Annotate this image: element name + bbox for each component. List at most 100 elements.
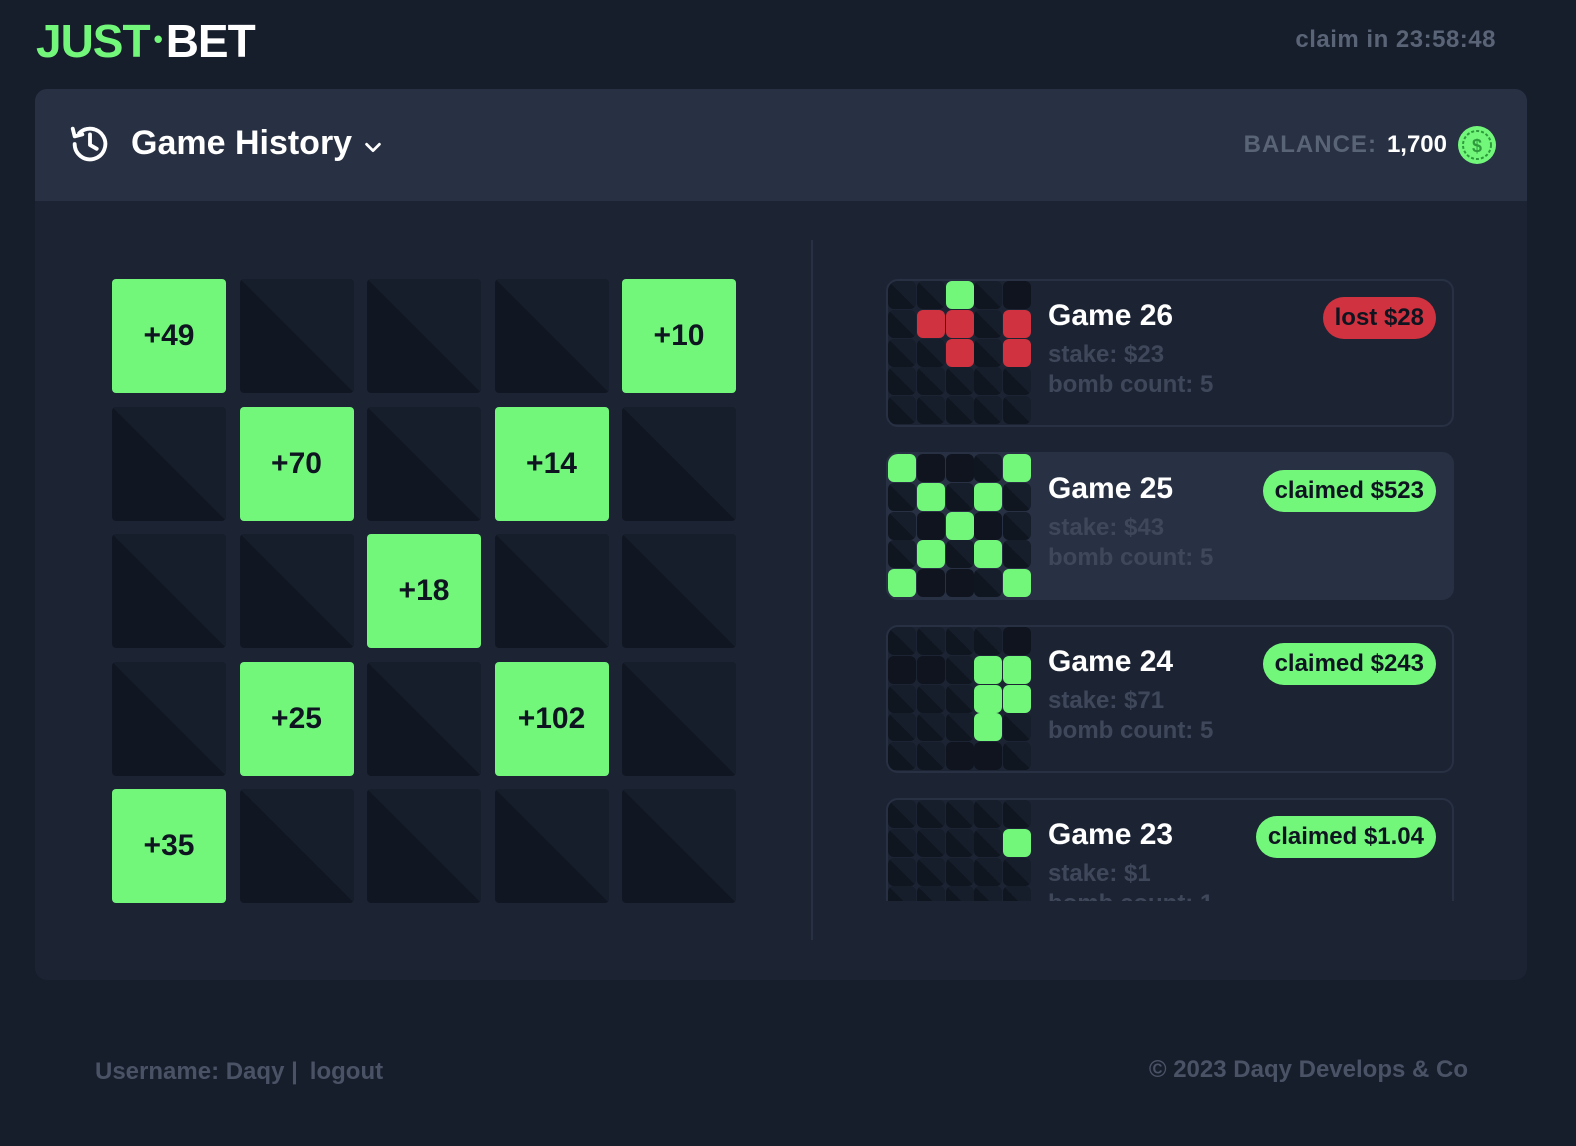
mini-cell — [1003, 511, 1032, 540]
game-bomb-count: bomb count: 5 — [1048, 544, 1214, 571]
mini-board — [888, 454, 1034, 598]
mini-cell — [888, 684, 916, 713]
history-card[interactable]: Game 25 stake: $43 bomb count: 5 claimed $5… — [886, 452, 1454, 600]
mini-cell — [1003, 396, 1032, 425]
panel-title-dropdown[interactable]: Game History — [131, 124, 384, 163]
mini-cell-gem — [974, 713, 1003, 742]
tile-hidden[interactable] — [367, 406, 481, 521]
game-title: Game 23 — [1048, 818, 1174, 851]
mini-cell — [916, 742, 945, 771]
username-label: Username: Daqy | — [95, 1058, 298, 1085]
chevron-down-icon — [365, 142, 381, 152]
logo-bet: BET — [165, 15, 256, 67]
logo[interactable]: JUST • BET — [36, 14, 256, 68]
mini-cell — [974, 569, 1003, 598]
mini-cell — [945, 828, 974, 857]
history-icon — [70, 126, 108, 162]
status-badge: claimed $243 — [1262, 643, 1436, 685]
mini-cell — [974, 857, 1003, 886]
mini-cell — [888, 540, 916, 569]
history-card[interactable]: Game 23 stake: $1 bomb count: 1 claimed $1.… — [886, 798, 1454, 901]
tile-hidden[interactable] — [112, 661, 226, 776]
tile-hidden[interactable] — [494, 534, 609, 648]
mini-cell — [974, 886, 1003, 901]
tile-hidden[interactable] — [622, 406, 736, 521]
mini-cell — [916, 396, 945, 425]
game-title: Game 26 — [1048, 299, 1174, 332]
mini-board — [888, 281, 1034, 425]
mini-cell-gem — [974, 684, 1003, 713]
mini-cell — [945, 684, 974, 713]
tile-hidden[interactable] — [622, 789, 736, 903]
game-bomb-count: bomb count: 5 — [1048, 717, 1214, 744]
mini-cell — [974, 800, 1003, 828]
balance-label: BALANCE: — [1243, 131, 1377, 158]
game-title: Game 25 — [1048, 472, 1174, 505]
mini-cell — [974, 309, 1003, 338]
mini-cell — [888, 742, 916, 771]
game-history-list: Game 26 stake: $23 bomb count: 5 lost $28 Ga… — [886, 279, 1456, 901]
top-bar: JUST • BET claim in 23:58:48 — [0, 0, 1576, 88]
tile-hidden[interactable] — [239, 534, 354, 648]
mini-cell-gem — [1003, 454, 1032, 482]
tile-revealed[interactable]: +49 — [112, 279, 226, 393]
tile-hidden[interactable] — [367, 279, 481, 393]
tile-hidden[interactable] — [367, 789, 481, 903]
mini-cell — [1003, 742, 1032, 771]
tile-hidden[interactable] — [367, 661, 481, 776]
mini-cell — [945, 540, 974, 569]
tile-hidden[interactable] — [622, 661, 736, 776]
tile-hidden[interactable] — [112, 534, 226, 648]
mini-cell-gem — [916, 540, 945, 569]
mini-cell — [916, 857, 945, 886]
mini-cell-gem — [974, 482, 1003, 511]
game-stake: stake: $43 — [1048, 514, 1165, 541]
tile-revealed[interactable]: +35 — [112, 789, 226, 903]
history-card[interactable]: Game 24 stake: $71 bomb count: 5 claimed $2… — [886, 625, 1454, 773]
mini-cell — [974, 281, 1003, 309]
mini-board — [888, 800, 1034, 901]
mini-cell — [916, 569, 945, 598]
mini-cell — [945, 655, 974, 684]
mini-cell — [888, 511, 916, 540]
mini-cell-gem — [1003, 684, 1032, 713]
mini-cell-gem — [1003, 569, 1032, 598]
mini-cell — [888, 713, 916, 742]
tile-revealed[interactable]: +25 — [239, 661, 354, 776]
mini-cell — [888, 309, 916, 338]
tile-hidden[interactable] — [494, 789, 609, 903]
mini-cell — [945, 627, 974, 655]
mini-cell-bomb — [916, 309, 945, 338]
mini-cell — [945, 713, 974, 742]
tile-revealed[interactable]: +102 — [494, 661, 609, 776]
tile-hidden[interactable] — [622, 534, 736, 648]
mini-cell-gem — [1003, 828, 1032, 857]
game-panel: Game History BALANCE: 1,700 $ +49 +10 +70 +… — [35, 89, 1527, 980]
mini-cell-gem — [945, 281, 974, 309]
mini-cell — [888, 281, 916, 309]
tile-revealed[interactable]: +10 — [622, 279, 736, 393]
logout-link[interactable]: logout — [310, 1058, 383, 1086]
tile-hidden[interactable] — [112, 406, 226, 521]
tile-hidden[interactable] — [239, 789, 354, 903]
balance-value: 1,700 — [1386, 131, 1447, 158]
copyright: © 2023 Daqy Develops & Co — [1148, 1056, 1468, 1083]
history-card[interactable]: Game 26 stake: $23 bomb count: 5 lost $28 — [886, 279, 1454, 427]
mini-cell — [888, 886, 916, 901]
mini-cell — [916, 627, 945, 655]
mini-cell — [888, 655, 916, 684]
tile-revealed[interactable]: +14 — [494, 406, 609, 521]
tile-revealed[interactable]: +70 — [239, 406, 354, 521]
mini-cell-bomb — [945, 338, 974, 367]
game-title: Game 24 — [1048, 645, 1174, 678]
tile-hidden[interactable] — [494, 279, 609, 393]
tile-hidden[interactable] — [239, 279, 354, 393]
mini-cell — [916, 886, 945, 901]
mini-cell — [916, 511, 945, 540]
tile-revealed[interactable]: +18 — [367, 534, 481, 648]
mini-cell — [888, 627, 916, 655]
game-stake: stake: $1 — [1048, 860, 1151, 887]
status-badge: claimed $523 — [1262, 470, 1436, 512]
balance: BALANCE: 1,700 $ — [1244, 125, 1497, 165]
mini-cell — [945, 482, 974, 511]
